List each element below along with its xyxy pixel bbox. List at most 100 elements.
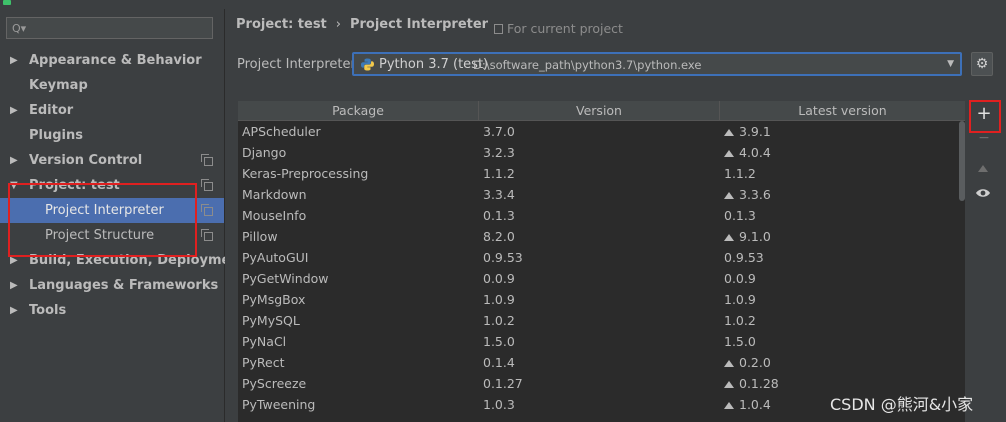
breadcrumb: Project: test › Project Interpreter [236, 17, 488, 32]
settings-search-box[interactable]: Q▾ [6, 17, 213, 39]
interpreter-settings-button[interactable]: ⚙ [971, 52, 993, 76]
expand-arrow-icon[interactable]: ▶ [10, 98, 18, 123]
sidebar-item-project-test[interactable]: ▼ Project: test [0, 173, 224, 198]
table-row[interactable]: PyNaCl 1.5.0 1.5.0 [238, 331, 965, 352]
dropdown-arrow-icon[interactable]: ▼ [947, 59, 954, 69]
table-row[interactable]: PyRect 0.1.4 0.2.0 [238, 352, 965, 373]
add-package-button[interactable]: + [973, 104, 995, 126]
project-scope-icon [494, 24, 503, 34]
package-version-cell: 8.2.0 [483, 229, 515, 244]
sidebar-item-build-execution-deployment[interactable]: ▶ Build, Execution, Deployment [0, 248, 246, 273]
table-header: Package Version Latest version [238, 101, 965, 121]
latest-version-cell: 1.5.0 [724, 331, 756, 352]
package-version-cell: 1.1.2 [483, 166, 515, 181]
settings-main-panel: Project: test › Project Interpreter For cu… [225, 9, 1006, 422]
sidebar-item-plugins[interactable]: Plugins [0, 123, 224, 148]
table-row[interactable]: PyMsgBox 1.0.9 1.0.9 [238, 289, 965, 310]
sidebar-item-version-control[interactable]: ▶ Version Control [0, 148, 224, 173]
latest-version-text: 0.2.0 [739, 355, 771, 370]
latest-version-cell: 3.3.6 [724, 184, 771, 205]
packages-table[interactable]: Package Version Latest version APSchedul… [238, 101, 965, 422]
column-header-latest-version[interactable]: Latest version [720, 101, 965, 120]
sidebar-item-label: Version Control [29, 153, 143, 168]
table-row[interactable]: PyMySQL 1.0.2 1.0.2 [238, 310, 965, 331]
breadcrumb-project: Project: test [236, 17, 327, 32]
package-name-cell: PyGetWindow [242, 271, 329, 286]
sidebar-item-tools[interactable]: ▶ Tools [0, 298, 224, 323]
collapse-arrow-icon[interactable]: ▼ [10, 173, 18, 198]
table-row[interactable]: MouseInfo 0.1.3 0.1.3 [238, 205, 965, 226]
package-version-cell: 3.2.3 [483, 145, 515, 160]
interpreter-dropdown[interactable]: Python 3.7 (test) D:\software_path\pytho… [352, 52, 962, 76]
latest-version-text: 0.0.9 [724, 271, 756, 286]
package-version-cell: 1.5.0 [483, 334, 515, 349]
sidebar-item-appearance-behavior[interactable]: ▶ Appearance & Behavior [0, 48, 224, 73]
latest-version-text: 1.0.4 [739, 397, 771, 412]
expand-arrow-icon[interactable]: ▶ [10, 298, 18, 323]
package-name-cell: PyTweening [242, 397, 316, 412]
sidebar-item-label: Build, Execution, Deployment [29, 253, 246, 268]
package-name-cell: PyRect [242, 355, 285, 370]
package-name-cell: Django [242, 145, 287, 160]
sidebar-item-project-interpreter[interactable]: Project Interpreter [0, 198, 224, 223]
upgrade-package-button[interactable] [978, 161, 990, 173]
search-icon: Q▾ [12, 22, 27, 35]
table-row[interactable]: Django 3.2.3 4.0.4 [238, 142, 965, 163]
package-version-cell: 0.9.53 [483, 250, 523, 265]
table-row[interactable]: APScheduler 3.7.0 3.9.1 [238, 121, 965, 142]
latest-version-text: 0.1.3 [724, 208, 756, 223]
sidebar-item-keymap[interactable]: Keymap [0, 73, 224, 98]
column-header-version[interactable]: Version [479, 101, 720, 120]
sidebar-item-label: Plugins [29, 128, 83, 143]
latest-version-text: 0.9.53 [724, 250, 764, 265]
project-settings-icon [201, 154, 213, 166]
upgrade-available-icon [724, 234, 734, 241]
package-name-cell: Keras-Preprocessing [242, 166, 369, 181]
remove-package-button[interactable]: − [978, 131, 990, 145]
latest-version-cell: 0.1.28 [724, 373, 779, 394]
latest-version-cell: 3.9.1 [724, 121, 771, 142]
latest-version-cell: 4.0.4 [724, 142, 771, 163]
latest-version-text: 3.9.1 [739, 124, 771, 139]
table-row[interactable]: PyAutoGUI 0.9.53 0.9.53 [238, 247, 965, 268]
latest-version-cell: 1.0.9 [724, 289, 756, 310]
package-version-cell: 1.0.9 [483, 292, 515, 307]
latest-version-cell: 0.2.0 [724, 352, 771, 373]
show-early-releases-eye-icon[interactable] [975, 187, 991, 199]
column-header-package[interactable]: Package [238, 101, 479, 120]
table-row[interactable]: PyGetWindow 0.0.9 0.0.9 [238, 268, 965, 289]
sidebar-item-editor[interactable]: ▶ Editor [0, 98, 224, 123]
package-name-cell: MouseInfo [242, 208, 307, 223]
expand-arrow-icon[interactable]: ▶ [10, 148, 18, 173]
project-settings-icon [201, 229, 213, 241]
settings-search-input[interactable] [29, 20, 213, 38]
gear-icon: ⚙ [975, 56, 989, 72]
project-settings-icon [201, 179, 213, 191]
table-scrollbar[interactable] [959, 121, 965, 201]
latest-version-cell: 0.1.3 [724, 205, 756, 226]
settings-sidebar: Q▾ ▶ Appearance & Behavior Keymap ▶ Edit… [0, 9, 246, 422]
sidebar-item-label: Editor [29, 103, 74, 118]
app-logo-icon [3, 0, 11, 5]
expand-arrow-icon[interactable]: ▶ [10, 273, 18, 298]
package-name-cell: PyScreeze [242, 376, 307, 391]
table-row[interactable]: Markdown 3.3.4 3.3.6 [238, 184, 965, 205]
table-row[interactable]: Keras-Preprocessing 1.1.2 1.1.2 [238, 163, 965, 184]
sidebar-item-languages-frameworks[interactable]: ▶ Languages & Frameworks [0, 273, 224, 298]
expand-arrow-icon[interactable]: ▶ [10, 48, 18, 73]
package-version-cell: 3.7.0 [483, 124, 515, 139]
package-version-cell: 1.0.2 [483, 313, 515, 328]
latest-version-text: 1.0.9 [724, 292, 756, 307]
sidebar-item-project-structure[interactable]: Project Structure [0, 223, 224, 248]
expand-arrow-icon[interactable]: ▶ [10, 248, 18, 273]
latest-version-text: 9.1.0 [739, 229, 771, 244]
upgrade-available-icon [724, 360, 734, 367]
latest-version-cell: 1.1.2 [724, 163, 756, 184]
table-row[interactable]: Pillow 8.2.0 9.1.0 [238, 226, 965, 247]
window-top-strip [0, 0, 1006, 9]
project-settings-icon [201, 204, 213, 216]
upgrade-available-icon [724, 192, 734, 199]
latest-version-text: 0.1.28 [739, 376, 779, 391]
latest-version-text: 3.3.6 [739, 187, 771, 202]
interpreter-label: Project Interpreter: [237, 57, 361, 72]
